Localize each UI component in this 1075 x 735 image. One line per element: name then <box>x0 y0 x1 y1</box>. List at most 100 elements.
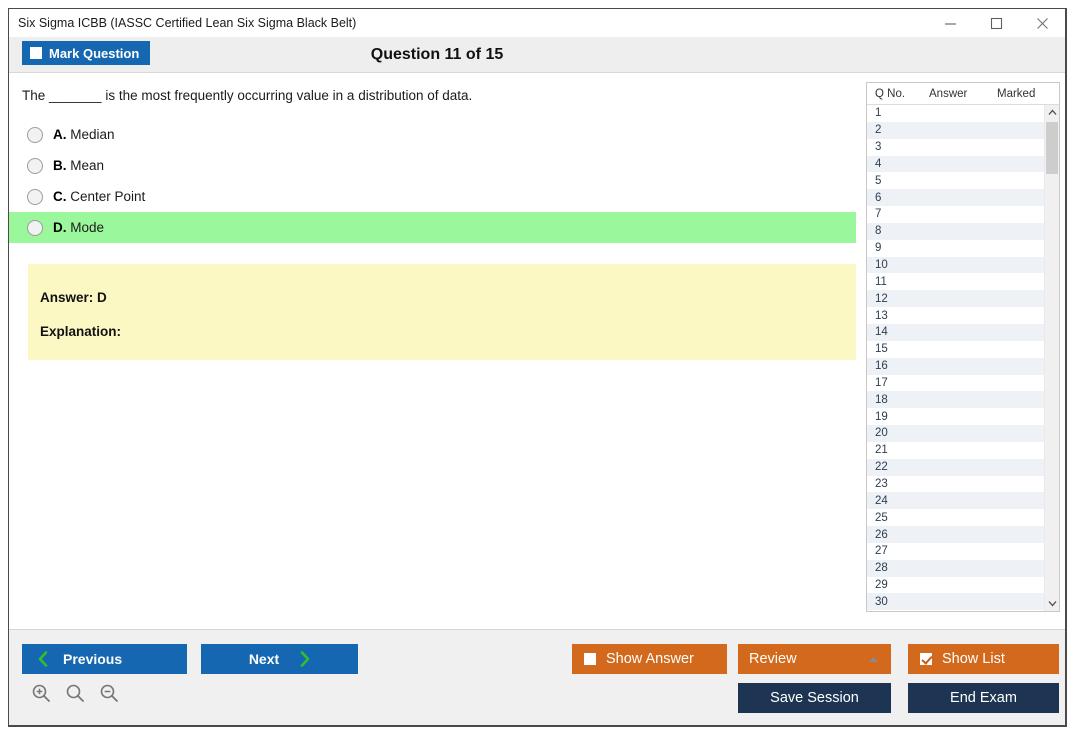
exam-window: Six Sigma ICBB (IASSC Certified Lean Six… <box>8 8 1067 727</box>
question-list-number: 11 <box>875 275 887 288</box>
option-label: A. Median <box>53 127 115 142</box>
option-radio[interactable] <box>27 126 43 143</box>
next-button[interactable]: Next <box>201 644 358 674</box>
maximize-button[interactable] <box>973 9 1019 37</box>
zoom-reset-icon[interactable] <box>65 683 85 703</box>
option-radio[interactable] <box>27 188 43 205</box>
option-row[interactable]: D. Mode <box>9 212 856 244</box>
header-bar: Mark Question Question 11 of 15 <box>9 37 1065 73</box>
question-list-header: Q No. Answer Marked <box>867 83 1059 105</box>
end-exam-button[interactable]: End Exam <box>908 683 1059 713</box>
review-label: Review <box>749 651 797 667</box>
question-list-row[interactable]: 9 <box>867 240 1044 257</box>
scroll-down-button[interactable] <box>1045 596 1059 611</box>
show-list-checkbox[interactable] <box>920 653 932 665</box>
show-answer-button[interactable]: Show Answer <box>572 644 727 674</box>
show-list-button[interactable]: Show List <box>908 644 1059 674</box>
question-list-row[interactable]: 24 <box>867 492 1044 510</box>
minimize-button[interactable] <box>927 9 973 37</box>
question-list-row[interactable]: 4 <box>867 155 1044 173</box>
chevron-down-icon <box>1048 601 1056 607</box>
question-list-row[interactable]: 8 <box>867 222 1044 240</box>
option-row[interactable]: B. Mean <box>9 150 856 181</box>
question-list-row[interactable]: 19 <box>867 408 1044 425</box>
question-list-panel: Q No. Answer Marked 1 2 3 4 5 6 7 8 9 10 11 12 13 14 1… <box>866 82 1060 612</box>
body-area: The _______ is the most frequently occur… <box>9 73 1065 629</box>
option-letter: D. <box>53 220 67 236</box>
question-counter: Question 11 of 15 <box>370 45 504 63</box>
question-list-row[interactable]: 28 <box>867 559 1044 577</box>
question-list-row[interactable]: 29 <box>867 577 1044 594</box>
question-list-row[interactable]: 30 <box>867 593 1044 611</box>
question-list-number: 6 <box>875 191 882 204</box>
zoom-out-icon[interactable] <box>99 683 119 703</box>
question-list-body: 1 2 3 4 5 6 7 8 9 10 11 12 13 14 15 16 17 18 19 20 21 22 23 24 2… <box>867 105 1059 611</box>
previous-label: Previous <box>63 651 123 667</box>
question-list-number: 30 <box>875 595 888 608</box>
option-radio[interactable] <box>27 157 43 174</box>
question-list-scrollbar[interactable] <box>1044 105 1059 611</box>
question-list-number: 1 <box>875 107 882 120</box>
question-list-row[interactable]: 14 <box>867 323 1044 341</box>
mark-question-checkbox[interactable] <box>30 47 42 59</box>
window-controls <box>927 9 1065 37</box>
scrollbar-thumb[interactable] <box>1046 122 1058 174</box>
question-list-number: 20 <box>875 427 888 440</box>
question-list-row[interactable]: 13 <box>867 307 1044 324</box>
previous-button[interactable]: Previous <box>22 644 187 674</box>
review-dropdown[interactable]: Review <box>738 644 891 674</box>
question-list-row[interactable]: 10 <box>867 256 1044 274</box>
answer-line: Answer: D <box>40 290 107 306</box>
question-list-row[interactable]: 20 <box>867 425 1044 442</box>
question-list-number: 13 <box>875 309 888 322</box>
option-label: D. Mode <box>53 220 104 235</box>
question-list-row[interactable]: 11 <box>867 273 1044 290</box>
show-answer-label: Show Answer <box>606 651 694 667</box>
question-list-number: 12 <box>875 292 888 305</box>
question-list-row[interactable]: 22 <box>867 458 1044 476</box>
question-list-number: 2 <box>875 124 882 137</box>
option-row[interactable]: A. Median <box>9 119 856 150</box>
show-answer-checkbox[interactable] <box>584 653 596 665</box>
question-list-row[interactable]: 3 <box>867 139 1044 156</box>
option-row[interactable]: C. Center Point <box>9 181 856 212</box>
question-list-row[interactable]: 27 <box>867 543 1044 560</box>
column-header-marked: Marked <box>997 87 1036 100</box>
close-icon <box>1036 17 1048 29</box>
question-list-row[interactable]: 25 <box>867 509 1044 526</box>
mark-question-button[interactable]: Mark Question <box>22 41 151 65</box>
question-list-number: 26 <box>875 528 888 541</box>
question-list-row[interactable]: 6 <box>867 189 1044 207</box>
question-list-row[interactable]: 17 <box>867 375 1044 392</box>
question-list-row[interactable]: 7 <box>867 206 1044 223</box>
question-list-row[interactable]: 16 <box>867 357 1044 375</box>
question-list-row[interactable]: 21 <box>867 442 1044 459</box>
next-label: Next <box>248 651 280 667</box>
question-list-row[interactable]: 23 <box>867 476 1044 493</box>
zoom-in-icon[interactable] <box>31 683 51 703</box>
question-list-row[interactable]: 5 <box>867 172 1044 189</box>
option-text: Mean <box>70 158 105 174</box>
question-list-row[interactable]: 15 <box>867 341 1044 358</box>
close-button[interactable] <box>1019 9 1065 37</box>
question-list-number: 16 <box>875 360 888 373</box>
question-list-row[interactable]: 12 <box>867 290 1044 308</box>
question-list-number: 17 <box>875 376 888 389</box>
option-radio[interactable] <box>27 219 43 236</box>
save-session-button[interactable]: Save Session <box>738 683 891 713</box>
explanation-line: Explanation: <box>40 324 122 340</box>
save-session-label: Save Session <box>770 690 859 706</box>
question-list-row[interactable]: 26 <box>867 526 1044 543</box>
question-list-row[interactable]: 1 <box>867 105 1044 122</box>
question-list-number: 25 <box>875 511 888 524</box>
question-list-number: 8 <box>875 225 882 238</box>
question-list-number: 7 <box>875 208 882 221</box>
question-list-number: 22 <box>875 461 888 474</box>
question-list-number: 27 <box>875 545 888 558</box>
question-list-row[interactable]: 2 <box>867 121 1044 139</box>
question-list-number: 23 <box>875 477 888 490</box>
question-list-rows: 1 2 3 4 5 6 7 8 9 10 11 12 13 14 15 16 17 18 19 20 21 22 23 24 2… <box>867 105 1044 611</box>
question-list-row[interactable]: 18 <box>867 391 1044 409</box>
question-text: The _______ is the most frequently occur… <box>22 88 473 103</box>
scroll-up-button[interactable] <box>1045 105 1059 120</box>
